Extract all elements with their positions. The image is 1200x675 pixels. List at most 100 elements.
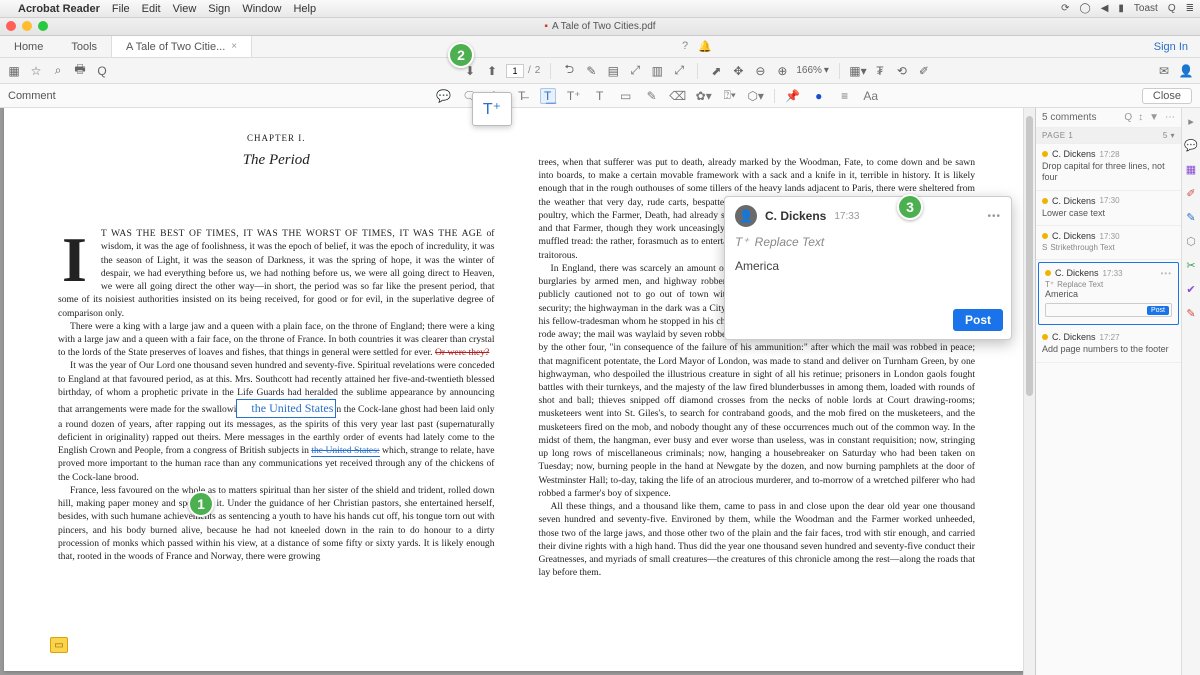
page-up-icon[interactable]: ⬆ bbox=[484, 63, 500, 79]
insert-text-tool-icon[interactable]: T⁺ bbox=[566, 88, 582, 104]
stamp-tool-icon[interactable]: ✿▾ bbox=[696, 88, 712, 104]
menu-edit[interactable]: Edit bbox=[142, 3, 161, 15]
attach-tool-icon[interactable]: ⍰▾ bbox=[722, 88, 738, 104]
maximize-window-button[interactable] bbox=[38, 21, 48, 31]
sticky-note-tool-icon[interactable]: 💬 bbox=[436, 88, 452, 104]
eraser-tool-icon[interactable]: ⌫ bbox=[670, 88, 686, 104]
zoom-display[interactable]: 166% ▾ bbox=[796, 65, 829, 76]
floating-replace-tool[interactable]: T⁺ bbox=[472, 92, 512, 126]
mini-post-button[interactable]: Post bbox=[1147, 306, 1169, 315]
pencil-tool-icon[interactable]: ✎ bbox=[644, 88, 660, 104]
reply-input[interactable]: Post bbox=[1045, 303, 1172, 317]
status-icon-3[interactable]: ◀ bbox=[1101, 3, 1109, 14]
app-name[interactable]: Acrobat Reader bbox=[18, 3, 100, 15]
save-icon[interactable]: ⌕ bbox=[50, 63, 66, 79]
comments-filter-icon[interactable]: ▼ bbox=[1149, 112, 1159, 123]
popup-body[interactable]: America bbox=[725, 255, 1011, 303]
comment-item-3[interactable]: C. Dickens17:30 SStrikethrough Text bbox=[1036, 226, 1181, 260]
tool-icon-c[interactable]: ▤ bbox=[605, 63, 621, 79]
scrollbar-vertical[interactable] bbox=[1023, 108, 1035, 675]
strip-export-icon[interactable]: ✂ bbox=[1184, 258, 1198, 272]
tool-icon-e[interactable]: ▥ bbox=[649, 63, 665, 79]
font-tool-icon[interactable]: Aa bbox=[863, 88, 879, 104]
menu-window[interactable]: Window bbox=[242, 3, 281, 15]
comment-item-5[interactable]: C. Dickens17:27 Add page numbers to the … bbox=[1036, 327, 1181, 363]
menu-sign[interactable]: Sign bbox=[208, 3, 230, 15]
cursor-icon[interactable]: ⬈ bbox=[708, 63, 724, 79]
comment-item-1[interactable]: C. Dickens17:28 Drop capital for three l… bbox=[1036, 144, 1181, 191]
hand-icon[interactable]: ✥ bbox=[730, 63, 746, 79]
comments-search-icon[interactable]: Q bbox=[1124, 112, 1132, 123]
pin-tool-icon[interactable]: 📌 bbox=[785, 88, 801, 104]
account-icon[interactable]: 👤 bbox=[1178, 63, 1194, 79]
strip-comment-icon[interactable]: 💬 bbox=[1184, 138, 1198, 152]
textbox-tool-icon[interactable]: ▭ bbox=[618, 88, 634, 104]
zoom-in-icon[interactable]: ⊕ bbox=[774, 63, 790, 79]
avatar-icon: 👤 bbox=[735, 205, 757, 227]
tool-icon-b[interactable]: ✎ bbox=[583, 63, 599, 79]
close-comment-button[interactable]: Close bbox=[1142, 88, 1192, 104]
spotlight-icon[interactable]: Q bbox=[1168, 3, 1176, 14]
sidebar-toggle-icon[interactable]: ▦ bbox=[6, 63, 22, 79]
strip-fill-icon[interactable]: ✎ bbox=[1184, 210, 1198, 224]
search-icon[interactable]: Q bbox=[94, 63, 110, 79]
minimize-window-button[interactable] bbox=[22, 21, 32, 31]
shapes-tool-icon[interactable]: ⬡▾ bbox=[748, 88, 764, 104]
strip-more-icon[interactable]: ✎ bbox=[1184, 306, 1198, 320]
edit-icon[interactable]: ✐ bbox=[916, 63, 932, 79]
menu-view[interactable]: View bbox=[173, 3, 197, 15]
strip-edit-icon[interactable]: ✐ bbox=[1184, 186, 1198, 200]
status-icon-1[interactable]: ⟳ bbox=[1061, 3, 1069, 14]
strip-shape-icon[interactable]: ⬡ bbox=[1184, 234, 1198, 248]
layout-icon[interactable]: ▦▾ bbox=[850, 63, 866, 79]
help-icon[interactable]: ? bbox=[682, 40, 688, 53]
post-button[interactable]: Post bbox=[953, 309, 1003, 331]
text-tool-icon[interactable]: T bbox=[592, 88, 608, 104]
strip-collapse-icon[interactable]: ▸ bbox=[1184, 114, 1198, 128]
window-titlebar: ▪ A Tale of Two Cities.pdf bbox=[0, 18, 1200, 36]
print-icon[interactable]: 🖶 bbox=[72, 63, 88, 79]
comment-more-icon[interactable]: ••• bbox=[1161, 269, 1172, 278]
tab-home[interactable]: Home bbox=[0, 36, 57, 57]
status-icon-4[interactable]: ▮ bbox=[1118, 3, 1124, 14]
lineweight-tool-icon[interactable]: ≡ bbox=[837, 88, 853, 104]
popup-more-icon[interactable]: ••• bbox=[987, 211, 1001, 222]
menu-help[interactable]: Help bbox=[293, 3, 316, 15]
rotate-icon[interactable]: ⟲ bbox=[894, 63, 910, 79]
replace-text-box[interactable]: the United States bbox=[236, 399, 336, 418]
comments-more-icon[interactable]: ⋯ bbox=[1165, 112, 1175, 123]
menu-icon[interactable]: ≣ bbox=[1186, 3, 1194, 14]
replace-text-tool-icon[interactable]: T͟ bbox=[540, 88, 556, 104]
comment-author: C. Dickens bbox=[1052, 196, 1096, 206]
bell-icon[interactable]: 🔔 bbox=[698, 40, 712, 53]
comments-sort-icon[interactable]: ↕ bbox=[1138, 112, 1143, 123]
read-icon[interactable]: ₮ bbox=[872, 63, 888, 79]
close-window-button[interactable] bbox=[6, 21, 16, 31]
page-current-input[interactable] bbox=[506, 64, 524, 78]
color-tool-icon[interactable]: ● bbox=[811, 88, 827, 104]
tool-icon-a[interactable]: ⮌ bbox=[561, 63, 577, 79]
tab-document[interactable]: A Tale of Two Citie... × bbox=[111, 36, 252, 57]
tab-tools[interactable]: Tools bbox=[57, 36, 111, 57]
strikethrough-tool-icon[interactable]: T̶ bbox=[514, 88, 530, 104]
comment-item-2[interactable]: C. Dickens17:30 Lower case text bbox=[1036, 191, 1181, 227]
tool-icon-f[interactable]: ⤢ bbox=[671, 63, 687, 79]
tool-icon-d[interactable]: ⤢ bbox=[627, 63, 643, 79]
menu-file[interactable]: File bbox=[112, 3, 130, 15]
status-icon-2[interactable]: ◯ bbox=[1080, 3, 1091, 14]
zoom-caret-icon: ▾ bbox=[824, 65, 829, 76]
close-tab-icon[interactable]: × bbox=[231, 41, 237, 52]
star-icon[interactable]: ☆ bbox=[28, 63, 44, 79]
zoom-out-icon[interactable]: ⊖ bbox=[752, 63, 768, 79]
comment-item-4-active[interactable]: C. Dickens17:33••• T⁺Replace Text Americ… bbox=[1038, 262, 1179, 325]
comment-type: Replace Text bbox=[1057, 280, 1103, 289]
strip-organize-icon[interactable]: ▦ bbox=[1184, 162, 1198, 176]
sticky-note-icon[interactable]: ▭ bbox=[50, 637, 68, 653]
toast-label[interactable]: Toast bbox=[1134, 3, 1158, 14]
signin-link[interactable]: Sign In bbox=[1142, 41, 1200, 53]
comment-author: C. Dickens bbox=[1052, 149, 1096, 159]
share-icon[interactable]: ✉ bbox=[1156, 63, 1172, 79]
page-count-dropdown[interactable]: 5 ▾ bbox=[1163, 131, 1175, 140]
strip-sign-icon[interactable]: ✔ bbox=[1184, 282, 1198, 296]
scrollbar-thumb[interactable] bbox=[1026, 116, 1033, 396]
